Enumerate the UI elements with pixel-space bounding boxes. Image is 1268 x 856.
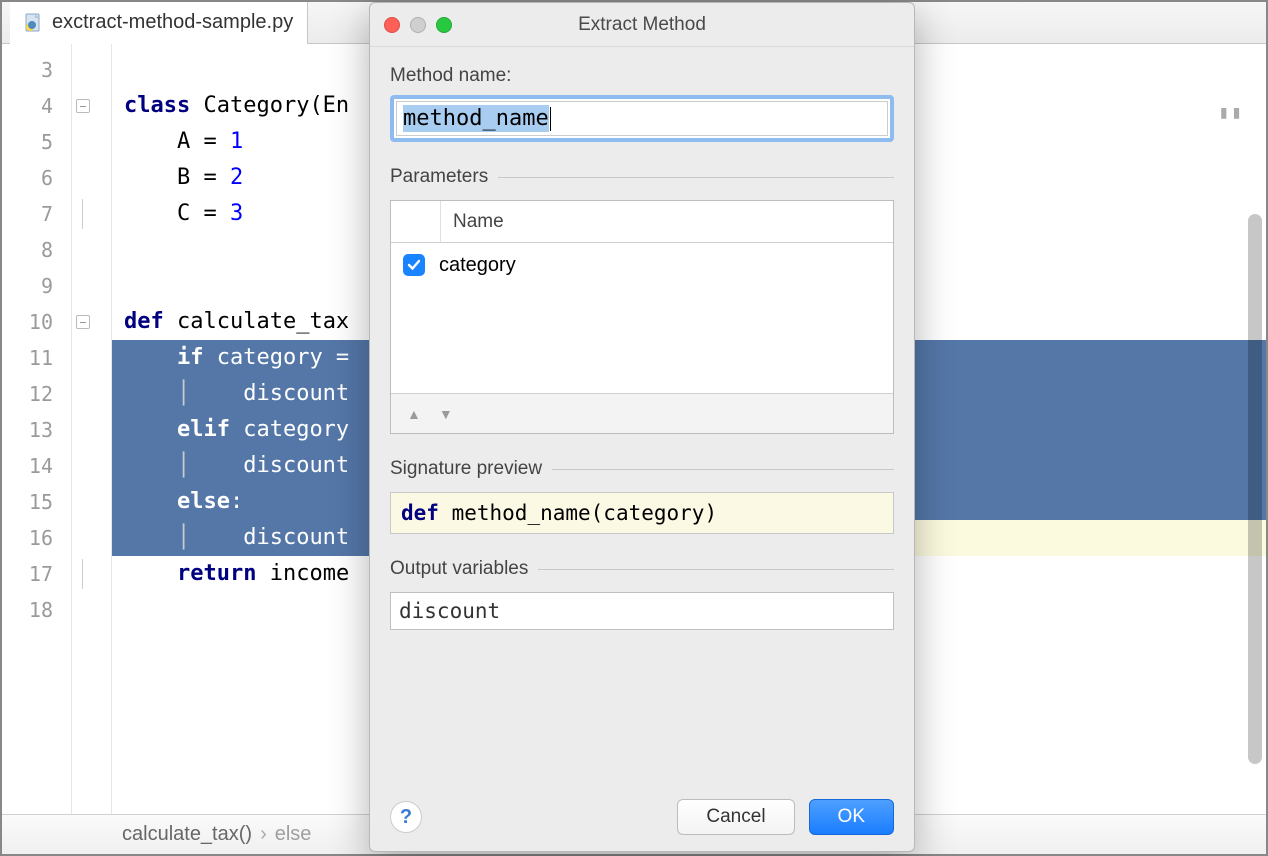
line-number: 12 — [2, 376, 53, 412]
parameter-row[interactable]: category — [391, 243, 893, 287]
divider — [538, 569, 894, 570]
ok-button[interactable]: OK — [809, 799, 894, 835]
line-number: 11 — [2, 340, 53, 376]
output-variables-label: Output variables — [390, 558, 528, 580]
extract-method-dialog: Extract Method Method name: method_name … — [369, 2, 915, 852]
parameters-label: Parameters — [390, 166, 488, 188]
line-number: 5 — [2, 124, 53, 160]
move-down-icon[interactable]: ▼ — [439, 406, 453, 422]
method-name-label: Method name: — [390, 65, 894, 87]
signature-preview-label: Signature preview — [390, 458, 542, 480]
minimize-window-icon — [410, 17, 426, 33]
scrollbar-thumb[interactable] — [1248, 214, 1262, 764]
line-number: 4 — [2, 88, 53, 124]
method-name-input[interactable]: method_name — [396, 101, 888, 136]
fold-toggle-icon[interactable] — [76, 99, 90, 113]
help-button[interactable]: ? — [390, 801, 422, 833]
move-up-icon[interactable]: ▲ — [407, 406, 421, 422]
parameters-toolbar: ▲ ▼ — [391, 393, 893, 433]
window-controls — [384, 17, 452, 33]
line-number: 10 — [2, 304, 53, 340]
line-number: 3 — [2, 52, 53, 88]
breadcrumb-item[interactable]: else — [275, 823, 312, 846]
line-number: 9 — [2, 268, 53, 304]
file-tab-label: exctract-method-sample.py — [52, 11, 293, 34]
divider — [552, 469, 894, 470]
signature-preview: def method_name(category) — [390, 492, 894, 534]
cancel-button[interactable]: Cancel — [677, 799, 794, 835]
vertical-scrollbar[interactable] — [1248, 94, 1262, 764]
line-number: 16 — [2, 520, 53, 556]
fold-toggle-icon[interactable] — [76, 315, 90, 329]
dialog-titlebar: Extract Method — [370, 3, 914, 47]
close-window-icon[interactable] — [384, 17, 400, 33]
output-variables-box: discount — [390, 592, 894, 630]
line-number: 17 — [2, 556, 53, 592]
chevron-right-icon: › — [260, 823, 267, 846]
python-file-icon — [24, 13, 44, 33]
line-number: 8 — [2, 232, 53, 268]
line-number: 14 — [2, 448, 53, 484]
line-number: 7 — [2, 196, 53, 232]
method-name-input-wrapper: method_name — [390, 95, 894, 142]
dialog-title: Extract Method — [578, 14, 706, 36]
pause-icon[interactable]: ▮▮ — [1218, 102, 1244, 123]
line-number: 13 — [2, 412, 53, 448]
line-number-gutter: 3 4 5 6 7 8 9 10 11 12 13 14 15 16 17 18 — [2, 44, 72, 814]
parameter-name: category — [439, 254, 516, 277]
editor-window: exctract-method-sample.py 3 4 5 6 7 8 9 … — [0, 0, 1268, 856]
parameter-checkbox[interactable] — [403, 254, 425, 276]
code-keyword: class — [124, 93, 190, 118]
line-number: 6 — [2, 160, 53, 196]
parameters-name-header: Name — [441, 211, 893, 233]
divider — [498, 177, 894, 178]
parameters-header: Name — [391, 201, 893, 243]
zoom-window-icon[interactable] — [436, 17, 452, 33]
file-tab[interactable]: exctract-method-sample.py — [10, 2, 308, 44]
breadcrumb-item[interactable]: calculate_tax() — [122, 823, 252, 846]
line-number: 15 — [2, 484, 53, 520]
parameters-table: Name category ▲ ▼ — [390, 200, 894, 434]
dialog-footer: ? Cancel OK — [370, 783, 914, 851]
fold-column — [72, 44, 112, 814]
line-number: 18 — [2, 592, 53, 628]
